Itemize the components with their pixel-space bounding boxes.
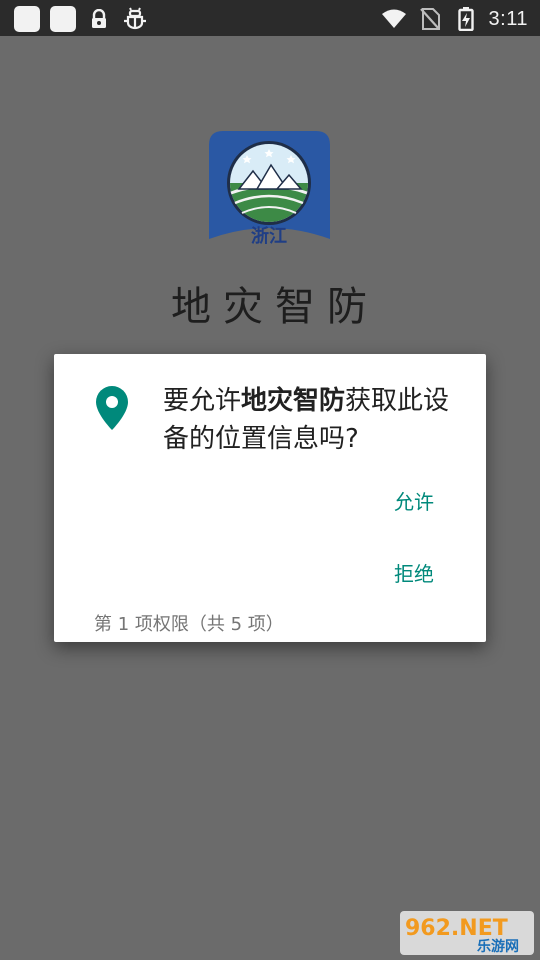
message-prefix: 要允许 <box>163 386 242 416</box>
wifi-icon <box>381 6 407 32</box>
permission-message: 要允许地灾智防获取此设备的位置信息吗? <box>163 382 469 458</box>
watermark-main-text: 962.NET <box>405 916 508 941</box>
allow-button[interactable]: 允许 <box>394 486 434 515</box>
app-logo: 浙江 <box>209 131 330 251</box>
status-bar-left <box>14 6 148 32</box>
status-bar: 3:11 <box>0 0 540 36</box>
notification-square-icon <box>14 6 40 32</box>
watermark-sub-text: 乐游网 <box>477 938 519 955</box>
site-watermark-logo: 962.NET 乐游网 <box>399 910 535 956</box>
battery-charging-icon <box>453 6 479 32</box>
deny-button[interactable]: 拒绝 <box>394 558 434 587</box>
status-bar-right: 3:11 <box>381 6 528 32</box>
message-app-name: 地灾智防 <box>241 386 346 416</box>
status-time: 3:11 <box>488 7 528 30</box>
location-pin-icon <box>94 384 130 432</box>
bug-icon <box>122 6 148 32</box>
lock-icon <box>86 6 112 32</box>
app-name: 地灾智防 <box>171 284 379 330</box>
no-sim-icon <box>417 6 443 32</box>
permission-progress: 第 1 项权限（共 5 项） <box>94 614 284 635</box>
logo-region-text: 浙江 <box>251 225 287 247</box>
notification-square-icon <box>50 6 76 32</box>
permission-dialog: 要允许地灾智防获取此设备的位置信息吗? 允许 拒绝 第 1 项权限（共 5 项） <box>54 354 486 642</box>
